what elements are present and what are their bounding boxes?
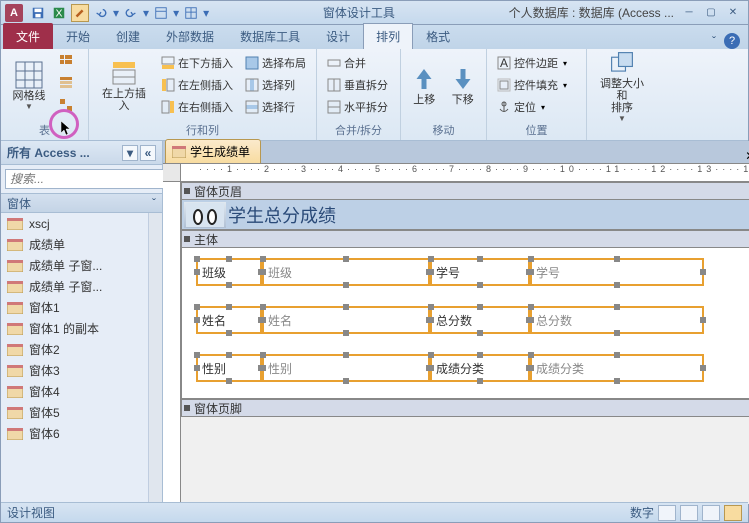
view-design[interactable]	[724, 505, 742, 521]
tab-create[interactable]: 创建	[103, 23, 153, 49]
ruler-h[interactable]: ····1····2····3····4····5····6····7····8…	[181, 164, 749, 182]
section-header[interactable]: 窗体页眉	[181, 182, 749, 200]
field-textbox[interactable]: 成绩分类	[530, 354, 704, 382]
qat-table[interactable]	[182, 4, 200, 22]
doc-close[interactable]: ✕	[745, 149, 749, 163]
qat-save[interactable]	[29, 4, 47, 22]
nav-item[interactable]: 成绩单 子窗...	[1, 255, 148, 276]
move-down[interactable]: 下移	[446, 51, 481, 119]
qat-form1-dd[interactable]: ▾	[173, 6, 179, 20]
stacked-layout[interactable]	[55, 51, 77, 71]
tab-home[interactable]: 开始	[53, 23, 103, 49]
nav-item[interactable]: 成绩单 子窗...	[1, 276, 148, 297]
form-title[interactable]: 学生总分成绩	[228, 202, 336, 228]
nav-item[interactable]: 窗体6	[1, 423, 148, 444]
qat-redo-dd[interactable]: ▾	[143, 6, 149, 20]
nav-item[interactable]: 窗体3	[1, 360, 148, 381]
qat-undo-dd[interactable]: ▾	[113, 6, 119, 20]
nav-item[interactable]: 窗体1 的副本	[1, 318, 148, 339]
context-tab-title: 窗体设计工具	[209, 4, 509, 21]
ruler-corner[interactable]	[163, 164, 181, 182]
size-order[interactable]: 调整大小和 排序 ▼	[593, 51, 651, 119]
group-merge-label: 合并/拆分	[323, 120, 394, 138]
vsplit-btn[interactable]: 垂直拆分	[323, 75, 392, 95]
anchor-btn[interactable]: 定位▾	[493, 97, 571, 117]
status-numlock: 数字	[630, 504, 654, 521]
group-pos-label: 位置	[493, 120, 580, 138]
nav-title: 所有 Access ...	[7, 144, 90, 161]
field-textbox[interactable]: 性别	[262, 354, 430, 382]
insert-right[interactable]: 在右侧插入	[157, 97, 237, 117]
view-form[interactable]	[658, 505, 676, 521]
view-datasheet[interactable]	[680, 505, 698, 521]
nav-category[interactable]: 窗体ˇ	[1, 193, 162, 213]
field-label[interactable]: 班级	[196, 258, 262, 286]
tab-format[interactable]: 格式	[413, 23, 463, 49]
nav-item[interactable]: 窗体5	[1, 402, 148, 423]
group-move-label: 移动	[407, 120, 480, 138]
tab-external[interactable]: 外部数据	[153, 23, 227, 49]
nav-item[interactable]: 成绩单	[1, 234, 148, 255]
collapse-ribbon[interactable]: ˇ	[712, 34, 716, 48]
nav-collapse[interactable]: «	[140, 145, 156, 161]
nav-item[interactable]: 窗体2	[1, 339, 148, 360]
section-footer[interactable]: 窗体页脚	[181, 399, 749, 417]
minimize-button[interactable]: ─	[678, 5, 700, 21]
svg-text:A: A	[500, 56, 508, 70]
field-label[interactable]: 学号	[430, 258, 530, 286]
move-up[interactable]: 上移	[407, 51, 442, 119]
field-textbox[interactable]: 姓名	[262, 306, 430, 334]
qat-redo[interactable]	[122, 4, 140, 22]
insert-above-button[interactable]: 在上方插入	[95, 51, 153, 119]
qat-excel[interactable]: X	[50, 4, 68, 22]
qat-undo[interactable]	[92, 4, 110, 22]
nav-item[interactable]: 窗体1	[1, 297, 148, 318]
tabular-layout[interactable]	[55, 73, 77, 93]
nav-item[interactable]: xscj	[1, 213, 148, 234]
svg-text:X: X	[55, 7, 62, 19]
control-margin[interactable]: A控件边距▾	[493, 53, 571, 73]
tab-file[interactable]: 文件	[3, 23, 53, 49]
field-textbox[interactable]: 总分数	[530, 306, 704, 334]
close-button[interactable]: ✕	[722, 5, 744, 21]
select-layout[interactable]: 选择布局	[241, 53, 310, 73]
section-detail[interactable]: 主体	[181, 230, 749, 248]
group-rowcol-label: 行和列	[95, 120, 310, 138]
qat-edit[interactable]	[71, 4, 89, 22]
tab-dbtools[interactable]: 数据库工具	[227, 23, 313, 49]
maximize-button[interactable]: ▢	[700, 5, 722, 21]
field-label[interactable]: 总分数	[430, 306, 530, 334]
tab-design[interactable]: 设计	[313, 23, 363, 49]
hsplit-btn[interactable]: 水平拆分	[323, 97, 392, 117]
tab-arrange[interactable]: 排列	[363, 23, 413, 49]
nav-scrollbar[interactable]	[148, 213, 162, 504]
field-label[interactable]: 姓名	[196, 306, 262, 334]
doc-tab[interactable]: 学生成绩单	[165, 139, 261, 163]
doc-title: 个人数据库 : 数据库 (Access ...	[509, 4, 674, 21]
field-textbox[interactable]: 学号	[530, 258, 704, 286]
insert-below[interactable]: 在下方插入	[157, 53, 237, 73]
select-col[interactable]: 选择列	[241, 75, 310, 95]
field-textbox[interactable]: 班级	[262, 258, 430, 286]
control-padding[interactable]: 控件填充▾	[493, 75, 571, 95]
nav-search-input[interactable]	[5, 169, 172, 189]
insert-left[interactable]: 在左侧插入	[157, 75, 237, 95]
qat-form1[interactable]	[152, 4, 170, 22]
view-layout[interactable]	[702, 505, 720, 521]
help-icon[interactable]: ?	[724, 33, 740, 49]
nav-dd[interactable]: ▾	[122, 145, 138, 161]
select-row[interactable]: 选择行	[241, 97, 310, 117]
nav-item[interactable]: 窗体4	[1, 381, 148, 402]
gridlines-button[interactable]: 网格线 ▼	[7, 51, 51, 119]
field-label[interactable]: 性别	[196, 354, 262, 382]
status-left: 设计视图	[7, 504, 55, 521]
field-label[interactable]: 成绩分类	[430, 354, 530, 382]
form-icon	[172, 146, 186, 158]
remove-layout[interactable]	[55, 95, 77, 115]
ruler-v[interactable]	[163, 182, 181, 504]
app-icon: A	[5, 4, 23, 22]
merge-btn[interactable]: 合并	[323, 53, 392, 73]
form-canvas[interactable]: 窗体页眉 学生总分成绩 主体 班级班级学号学号姓名姓名总分数总分数性别性别成绩分…	[181, 182, 749, 504]
hdr-image[interactable]	[184, 202, 226, 228]
